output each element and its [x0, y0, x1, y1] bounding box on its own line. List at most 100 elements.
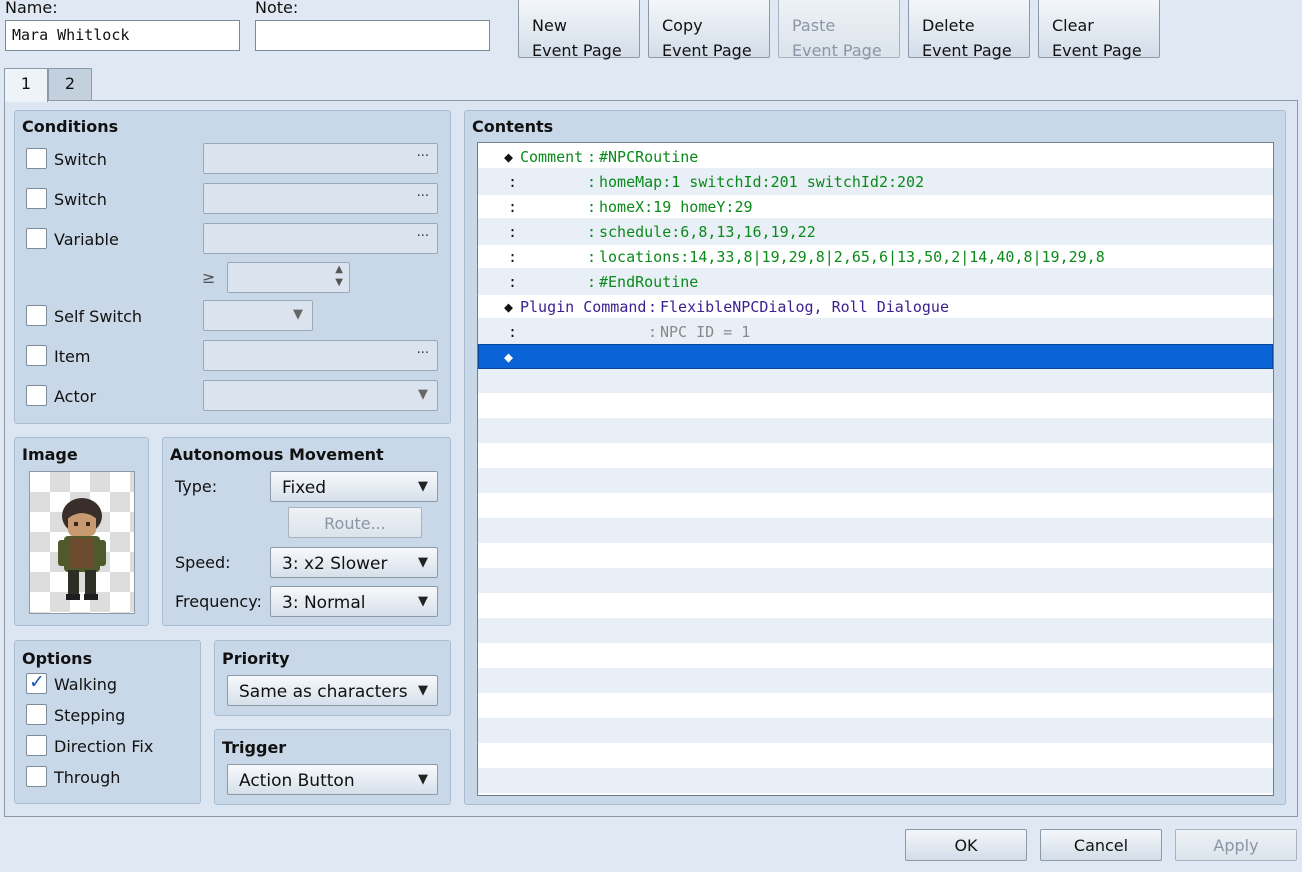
delete-event-page-label-2: Event Page [922, 41, 1012, 60]
clear-event-page-label-2: Event Page [1052, 41, 1142, 60]
copy-event-page-button[interactable]: Copy Event Page [648, 0, 770, 60]
chevron-down-icon: ▼ [418, 479, 428, 494]
command-row[interactable]: : : schedule:6,8,13,16,19,22 [478, 220, 1273, 245]
item-label: Item [54, 347, 91, 366]
command-row[interactable]: ◆ Plugin Command : FlexibleNPCDialog, Ro… [478, 295, 1273, 320]
ellipsis-icon: ··· [416, 149, 429, 164]
command-row[interactable]: : : NPC ID = 1 [478, 320, 1273, 345]
delete-event-page-label-1: Delete [922, 16, 975, 35]
movement-type-label: Type: [175, 477, 218, 496]
actor-dropdown[interactable]: ▼ [203, 380, 438, 411]
row-separator: : [587, 248, 597, 266]
command-row[interactable]: : : #EndRoutine [478, 270, 1273, 295]
paste-event-page-button[interactable]: Paste Event Page [778, 0, 900, 60]
trigger-dropdown[interactable]: Action Button ▼ [227, 764, 438, 795]
actor-checkbox[interactable] [26, 385, 47, 406]
variable-checkbox[interactable] [26, 228, 47, 249]
stepper-down-icon[interactable]: ▼ [335, 277, 343, 288]
name-label: Name: [5, 0, 58, 17]
row-separator: : [587, 223, 597, 241]
apply-button[interactable]: Apply [1175, 829, 1297, 861]
direction-fix-label: Direction Fix [54, 737, 154, 756]
command-row[interactable]: : : homeMap:1 switchId:201 switchId2:202 [478, 170, 1273, 195]
note-label: Note: [255, 0, 299, 17]
paste-event-page-label-1: Paste [792, 16, 836, 35]
row-prefix: : [508, 173, 518, 191]
priority-dropdown[interactable]: Same as characters ▼ [227, 675, 438, 706]
switch1-checkbox[interactable] [26, 148, 47, 169]
variable-value-stepper[interactable]: ▲ ▼ [227, 262, 350, 293]
row-text: homeX:19 homeY:29 [599, 198, 753, 216]
chevron-down-icon: ▼ [418, 387, 428, 402]
self-switch-checkbox[interactable] [26, 305, 47, 326]
row-prefix: : [508, 198, 518, 216]
copy-event-page-label-1: Copy [662, 16, 703, 35]
character-sprite-icon [58, 498, 106, 600]
row-prefix: ◆ [504, 348, 514, 366]
tab-page-2[interactable]: 2 [48, 68, 92, 100]
priority-title: Priority [222, 649, 290, 668]
command-row[interactable]: : : locations:14,33,8|19,29,8|2,65,6|13,… [478, 245, 1273, 270]
switch2-checkbox[interactable] [26, 188, 47, 209]
priority-value: Same as characters [239, 682, 408, 702]
character-image-preview[interactable] [29, 471, 135, 614]
chevron-down-icon: ▼ [418, 683, 428, 698]
row-prefix: : [508, 323, 518, 341]
row-prefix: : [508, 223, 518, 241]
tab-page-1[interactable]: 1 [4, 68, 48, 102]
name-input[interactable]: Mara Whitlock [5, 20, 240, 51]
trigger-title: Trigger [222, 738, 287, 757]
stepping-label: Stepping [54, 706, 126, 725]
item-field[interactable]: ··· [203, 340, 438, 371]
row-command: Comment [520, 148, 584, 166]
variable-field[interactable]: ··· [203, 223, 438, 254]
through-checkbox[interactable] [26, 766, 47, 787]
trigger-value: Action Button [239, 771, 355, 791]
direction-fix-checkbox[interactable] [26, 735, 47, 756]
clear-event-page-button[interactable]: Clear Event Page [1038, 0, 1160, 60]
checkmark-icon: ✓ [29, 671, 45, 693]
copy-event-page-label-2: Event Page [662, 41, 752, 60]
row-separator: : [587, 198, 597, 216]
contents-title: Contents [472, 117, 554, 136]
clear-event-page-label-1: Clear [1052, 16, 1094, 35]
movement-speed-dropdown[interactable]: 3: x2 Slower ▼ [270, 547, 438, 578]
row-prefix: : [508, 273, 518, 291]
switch1-label: Switch [54, 150, 107, 169]
route-button[interactable]: Route... [288, 507, 422, 538]
movement-type-dropdown[interactable]: Fixed ▼ [270, 471, 438, 502]
row-separator: : [587, 273, 597, 291]
command-row[interactable]: ◆ Comment : #NPCRoutine [478, 145, 1273, 170]
row-text: locations:14,33,8|19,29,8|2,65,6|13,50,2… [599, 248, 1105, 266]
switch2-field[interactable]: ··· [203, 183, 438, 214]
item-checkbox[interactable] [26, 345, 47, 366]
note-input[interactable] [255, 20, 490, 51]
switch1-field[interactable]: ··· [203, 143, 438, 174]
movement-speed-value: 3: x2 Slower [282, 554, 388, 574]
stepper-up-icon[interactable]: ▲ [335, 264, 343, 275]
row-separator: : [587, 148, 597, 166]
self-switch-dropdown[interactable]: ▼ [203, 300, 313, 331]
command-row[interactable]: : : homeX:19 homeY:29 [478, 195, 1273, 220]
actor-label: Actor [54, 387, 97, 406]
cancel-button[interactable]: Cancel [1040, 829, 1162, 861]
stepping-checkbox[interactable] [26, 704, 47, 725]
new-event-page-label-2: Event Page [532, 41, 622, 60]
row-text: #NPCRoutine [599, 148, 699, 166]
chevron-down-icon: ▼ [293, 307, 303, 322]
new-event-page-button[interactable]: New Event Page [518, 0, 640, 60]
image-title: Image [22, 445, 78, 464]
command-row-selected[interactable]: ◆ [478, 344, 1273, 369]
switch2-label: Switch [54, 190, 107, 209]
delete-event-page-button[interactable]: Delete Event Page [908, 0, 1030, 60]
chevron-down-icon: ▼ [418, 555, 428, 570]
movement-title: Autonomous Movement [170, 445, 384, 464]
event-command-list[interactable]: ◆ Comment : #NPCRoutine : : homeMap:1 sw… [477, 142, 1274, 796]
movement-speed-label: Speed: [175, 553, 231, 572]
row-prefix: ◆ [504, 148, 514, 166]
ok-button[interactable]: OK [905, 829, 1027, 861]
walking-checkbox[interactable]: ✓ [26, 671, 47, 694]
movement-frequency-label: Frequency: [175, 592, 262, 611]
movement-type-value: Fixed [282, 478, 327, 498]
movement-frequency-dropdown[interactable]: 3: Normal ▼ [270, 586, 438, 617]
